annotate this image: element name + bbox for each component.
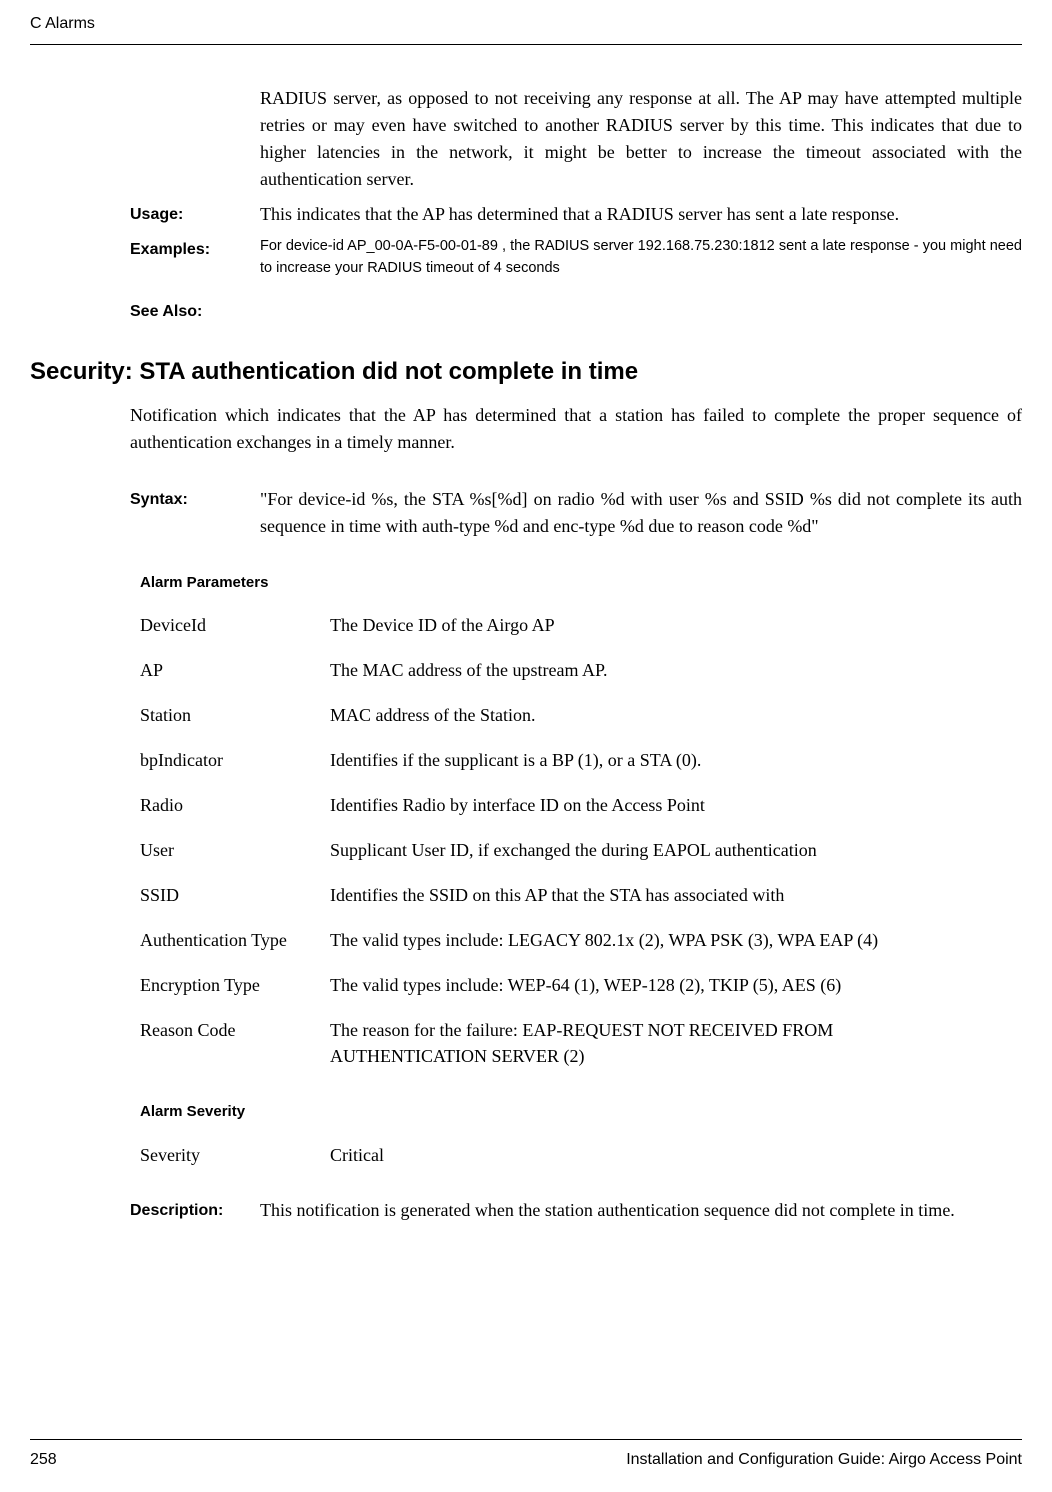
param-row: Authentication Type The valid types incl… xyxy=(140,927,962,954)
severity-row: Severity Critical xyxy=(140,1142,1022,1169)
header-text: C Alarms xyxy=(30,15,95,32)
guide-title: Installation and Configuration Guide: Ai… xyxy=(626,1448,1022,1472)
severity-value: Critical xyxy=(330,1142,1022,1169)
examples-label: Examples: xyxy=(130,236,260,280)
alarm-params-heading: Alarm Parameters xyxy=(140,572,1022,595)
param-name: Radio xyxy=(140,792,330,819)
param-desc: MAC address of the Station. xyxy=(330,702,962,729)
examples-text: For device-id AP_00-0A-F5-00-01-89 , the… xyxy=(260,236,1022,280)
usage-label: Usage: xyxy=(130,201,260,228)
param-row: AP The MAC address of the upstream AP. xyxy=(140,657,962,684)
examples-row: Examples: For device-id AP_00-0A-F5-00-0… xyxy=(130,236,1022,280)
param-desc: The MAC address of the upstream AP. xyxy=(330,657,962,684)
section-heading: Security: STA authentication did not com… xyxy=(30,354,1022,390)
param-name: DeviceId xyxy=(140,612,330,639)
page-number: 258 xyxy=(30,1448,57,1472)
description-row: Description: This notification is genera… xyxy=(130,1197,1022,1224)
usage-row: Usage: This indicates that the AP has de… xyxy=(130,201,1022,228)
param-name: Reason Code xyxy=(140,1017,330,1069)
param-desc: The Device ID of the Airgo AP xyxy=(330,612,962,639)
alarm-severity-heading: Alarm Severity xyxy=(140,1101,1022,1124)
syntax-text: "For device-id %s, the STA %s[%d] on rad… xyxy=(260,486,1022,540)
page-footer: 258 Installation and Configuration Guide… xyxy=(30,1439,1022,1472)
param-row: Station MAC address of the Station. xyxy=(140,702,962,729)
param-row: DeviceId The Device ID of the Airgo AP xyxy=(140,612,962,639)
alarm-params-table: DeviceId The Device ID of the Airgo AP A… xyxy=(140,612,962,1069)
param-row: SSID Identifies the SSID on this AP that… xyxy=(140,882,962,909)
severity-label: Severity xyxy=(140,1142,330,1169)
param-row: bpIndicator Identifies if the supplicant… xyxy=(140,747,962,774)
section-intro: Notification which indicates that the AP… xyxy=(130,402,1022,456)
continuation-text: RADIUS server, as opposed to not receivi… xyxy=(260,85,1022,193)
param-row: Reason Code The reason for the failure: … xyxy=(140,1017,962,1069)
see-also-label: See Also: xyxy=(130,300,1022,324)
param-name: User xyxy=(140,837,330,864)
syntax-label: Syntax: xyxy=(130,486,260,540)
description-text: This notification is generated when the … xyxy=(260,1197,1022,1224)
param-name: Station xyxy=(140,702,330,729)
param-desc: Supplicant User ID, if exchanged the dur… xyxy=(330,837,962,864)
usage-text: This indicates that the AP has determine… xyxy=(260,201,1022,228)
param-desc: Identifies if the supplicant is a BP (1)… xyxy=(330,747,962,774)
param-row: Radio Identifies Radio by interface ID o… xyxy=(140,792,962,819)
param-desc: Identifies the SSID on this AP that the … xyxy=(330,882,962,909)
param-desc: The valid types include: LEGACY 802.1x (… xyxy=(330,927,962,954)
param-row: User Supplicant User ID, if exchanged th… xyxy=(140,837,962,864)
param-name: Encryption Type xyxy=(140,972,330,999)
param-desc: The valid types include: WEP-64 (1), WEP… xyxy=(330,972,962,999)
description-label: Description: xyxy=(130,1197,260,1224)
param-desc: Identifies Radio by interface ID on the … xyxy=(330,792,962,819)
param-name: Authentication Type xyxy=(140,927,330,954)
param-desc: The reason for the failure: EAP-REQUEST … xyxy=(330,1017,962,1069)
param-name: bpIndicator xyxy=(140,747,330,774)
param-row: Encryption Type The valid types include:… xyxy=(140,972,962,999)
syntax-row: Syntax: "For device-id %s, the STA %s[%d… xyxy=(130,486,1022,540)
page-header: C Alarms xyxy=(30,12,1022,45)
param-name: AP xyxy=(140,657,330,684)
param-name: SSID xyxy=(140,882,330,909)
